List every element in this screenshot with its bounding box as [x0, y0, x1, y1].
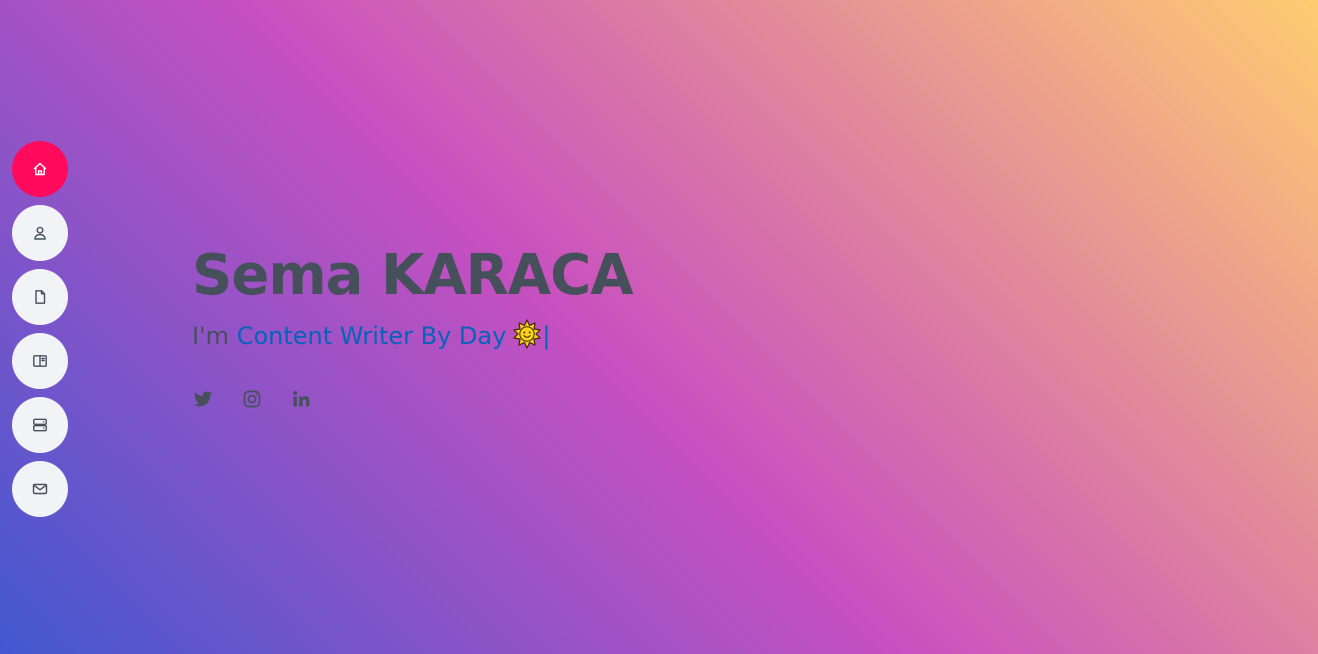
file-icon: [35, 290, 46, 304]
tagline-prefix: I'm: [192, 322, 237, 350]
home-icon: [33, 162, 47, 176]
instagram-link[interactable]: [241, 388, 262, 409]
typed-text: Content Writer By Day: [236, 322, 507, 350]
nav-resume-button[interactable]: [12, 269, 68, 325]
sun-icon: [513, 319, 541, 349]
hero-name: Sema KARACA: [192, 243, 634, 308]
twitter-icon: [193, 391, 212, 406]
instagram-icon: [243, 390, 260, 407]
side-nav: [12, 141, 68, 517]
nav-home-button[interactable]: [12, 141, 68, 197]
nav-about-button[interactable]: [12, 205, 68, 261]
nav-services-button[interactable]: [12, 397, 68, 453]
nav-contact-button[interactable]: [12, 461, 68, 517]
nav-portfolio-button[interactable]: [12, 333, 68, 389]
linkedin-link[interactable]: [290, 388, 311, 409]
person-icon: [34, 226, 46, 240]
hero-tagline: I'm Content Writer By Day |: [192, 318, 633, 354]
social-links: [192, 388, 633, 409]
typing-cursor: |: [542, 322, 551, 350]
twitter-link[interactable]: [192, 388, 213, 409]
linkedin-icon: [292, 390, 309, 406]
hero-section: Sema KARACA I'm Content Writer By Day |: [192, 240, 634, 409]
server-icon: [33, 418, 47, 432]
book-icon: [33, 355, 47, 367]
envelope-icon: [32, 483, 48, 495]
